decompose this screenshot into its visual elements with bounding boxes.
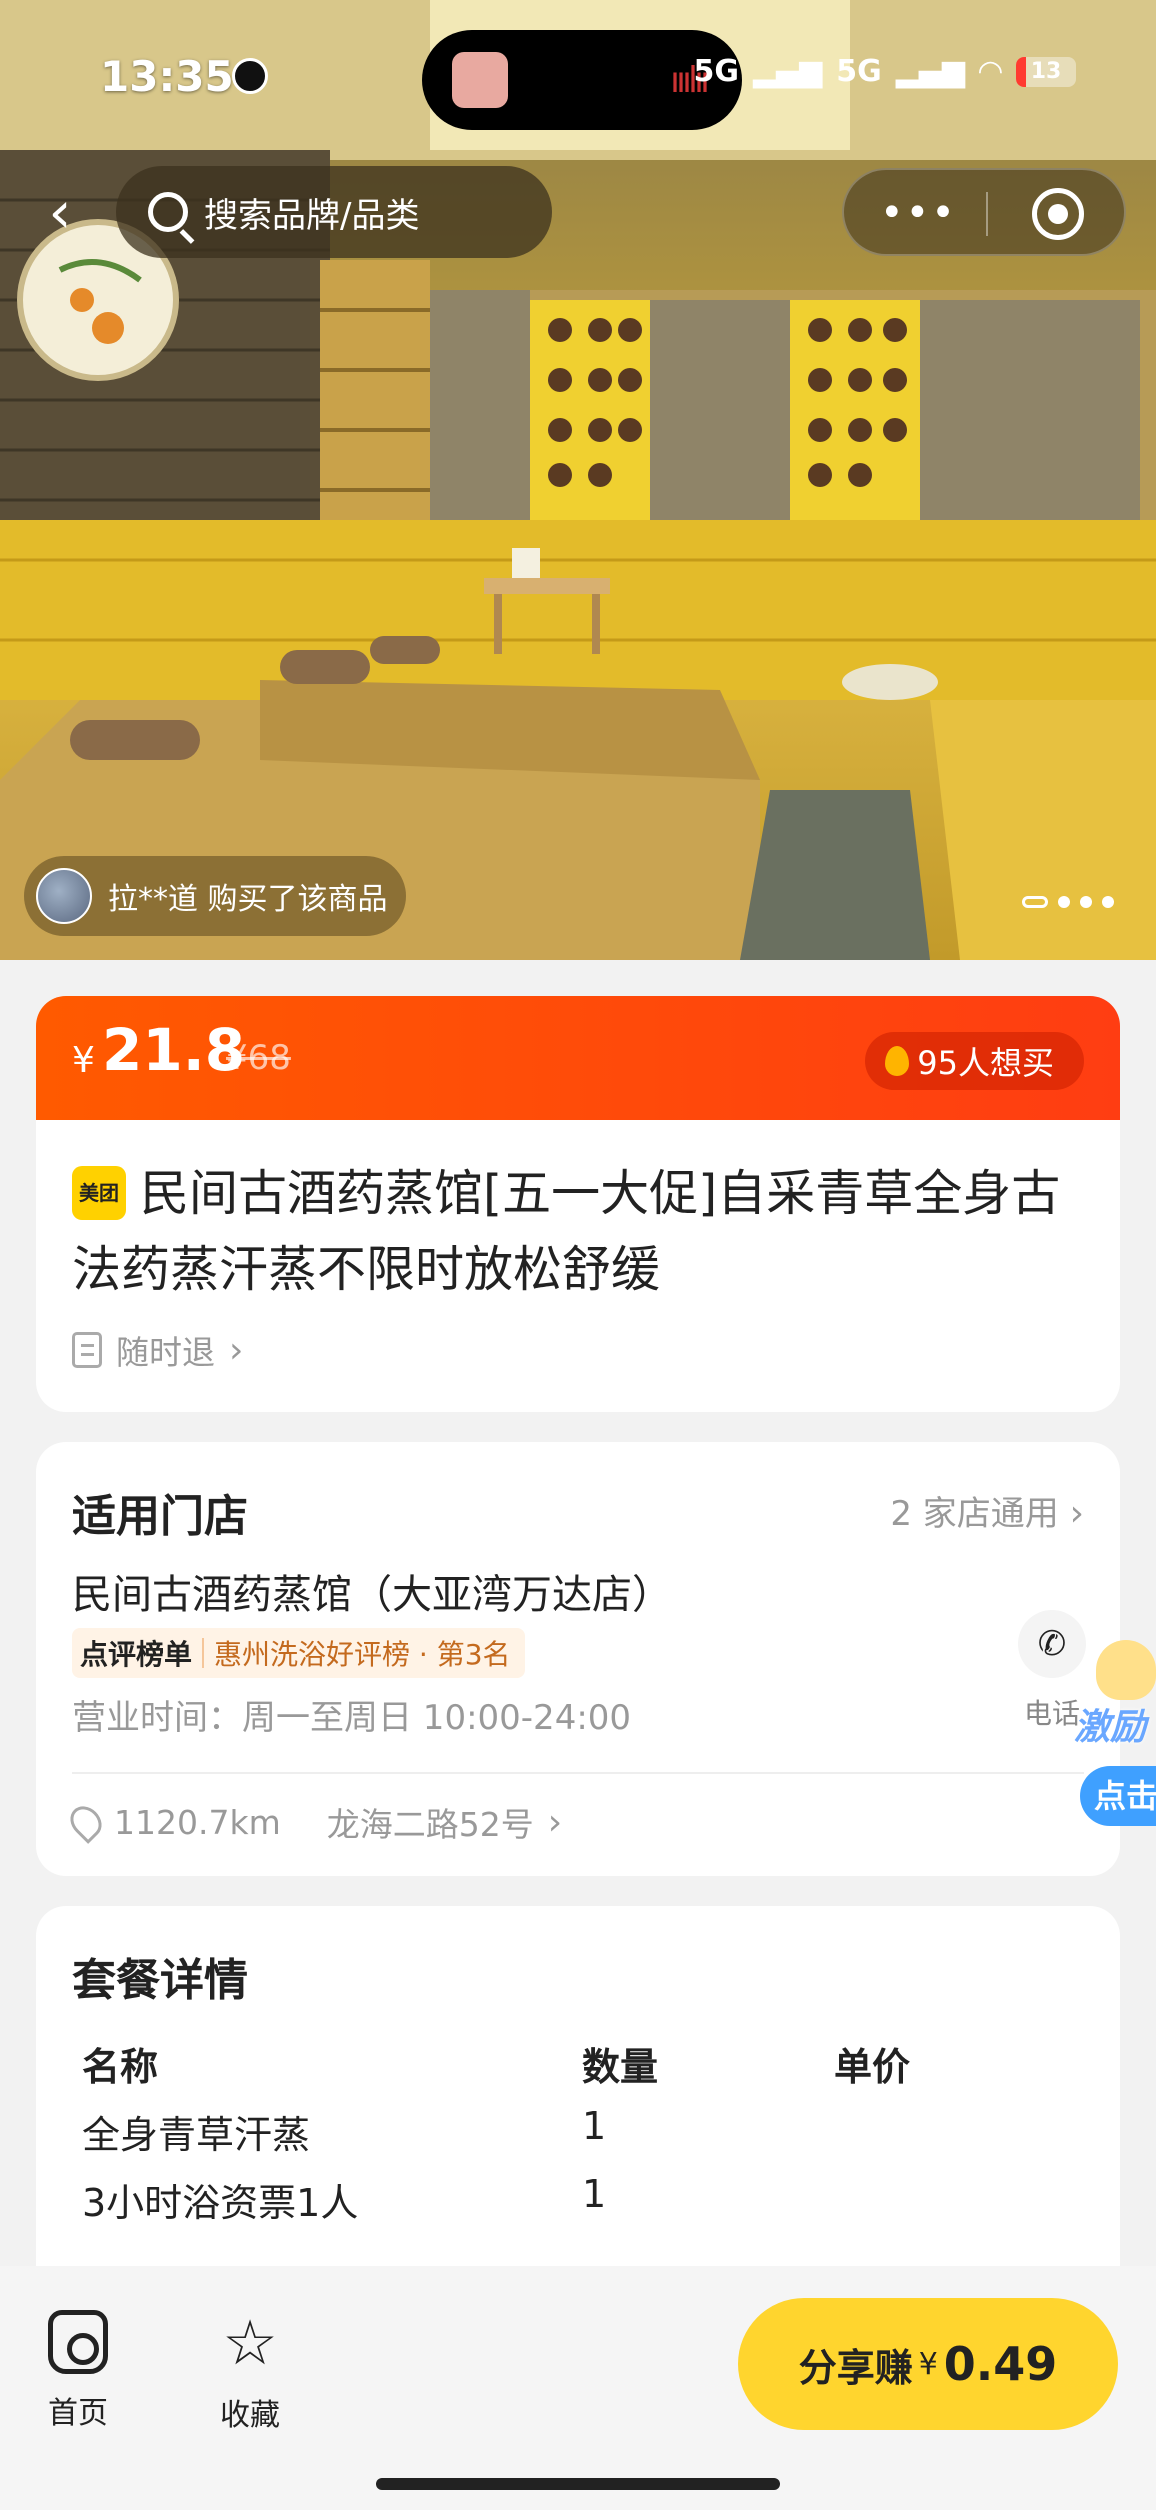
product-title-card: 民间古酒药蒸馆[五一大促]自采青草全身古法药蒸汗蒸不限时放松舒缓 美团 随时退 … (36, 1120, 1120, 1412)
store-count: 2 家店通用 (890, 1494, 1059, 1534)
product-image-carousel[interactable]: 13:35 ııılıı 5G ▂▄▆ 5G ▂▄▆ ◠ 13 ‹ 搜索品牌/品… (0, 0, 1156, 960)
document-icon (72, 1332, 102, 1368)
miniprogram-capsule: ••• (842, 168, 1126, 256)
share-amount: 0.49 (943, 2337, 1058, 2391)
location-pin-icon (64, 1800, 108, 1844)
currency-symbol: ¥ (72, 1040, 95, 1081)
item-qty: 1 (582, 2172, 607, 2216)
search-placeholder: 搜索品牌/品类 (204, 195, 420, 236)
package-details-card: 套餐详情 名称 数量 单价 全身青草汗蒸 1 3小时浴资票1人 1 (36, 1906, 1120, 2326)
reward-text: 激励 (1074, 1707, 1147, 1748)
column-header: 名称 (82, 2045, 159, 2089)
column-header: 数量 (582, 2045, 659, 2089)
media-thumbnail (452, 52, 508, 108)
bottom-action-bar: 首页 ☆ 收藏 分享赚 ¥ 0.49 (0, 2266, 1156, 2510)
buyer-avatar (36, 868, 92, 924)
tab-home[interactable]: 首页 (18, 2310, 138, 2432)
refund-label: 随时退 (116, 1333, 215, 1372)
signal-icon-2: ▂▄▆ (895, 54, 965, 89)
store-name[interactable]: 民间古酒药蒸馆（大亚湾万达店） (72, 1562, 672, 1620)
address-row[interactable]: 1120.7km 龙海二路52号 › (64, 1798, 563, 1846)
package-table: 名称 数量 单价 全身青草汗蒸 1 3小时浴资票1人 1 (82, 2036, 1082, 2240)
search-bar[interactable]: 搜索品牌/品类 (116, 166, 552, 258)
column-header: 单价 (834, 2045, 911, 2089)
product-title: 民间古酒药蒸馆[五一大促]自采青草全身古法药蒸汗蒸不限时放松舒缓 (72, 1165, 1061, 1298)
qq-icon (232, 58, 268, 94)
want-count: 95人想买 (917, 1044, 1054, 1082)
home-icon (48, 2310, 108, 2374)
distance: 1120.7km (114, 1802, 281, 1842)
status-time: 13:35 (100, 52, 234, 101)
table-row: 3小时浴资票1人 1 (82, 2172, 1082, 2240)
status-indicators: 5G ▂▄▆ 5G ▂▄▆ ◠ 13 (693, 54, 1076, 89)
item-name: 全身青草汗蒸 (82, 2113, 311, 2157)
carousel-indicator (1022, 896, 1114, 908)
carousel-dot (1102, 896, 1114, 908)
ranking-label: 点评榜单 (80, 1638, 193, 1671)
carousel-dot (1080, 896, 1092, 908)
network-label-2: 5G (836, 54, 882, 89)
wifi-icon: ◠ (978, 54, 1002, 89)
address: 龙海二路52号 (326, 1805, 534, 1844)
business-hours: 营业时间：周一至周日 10:00-24:00 (72, 1698, 632, 1738)
price-bar: ¥ 21.8 ¥68 95人想买 (36, 996, 1120, 1124)
section-title: 套餐详情 (72, 1955, 248, 2006)
tab-favorite[interactable]: ☆ 收藏 (190, 2310, 310, 2434)
network-label: 5G (693, 54, 739, 89)
battery-level: 13 (1030, 58, 1062, 84)
applicable-stores-card: 适用门店 2 家店通用 › 民间古酒药蒸馆（大亚湾万达店） 点评榜单 惠州洗浴好… (36, 1442, 1120, 1876)
battery-icon: 13 (1016, 56, 1076, 87)
buyer-notice-text: 拉**道 购买了该商品 (108, 882, 388, 917)
signal-icon: ▂▄▆ (752, 54, 823, 89)
search-icon (148, 192, 188, 232)
carousel-dot (1022, 896, 1048, 908)
table-row: 全身青草汗蒸 1 (82, 2104, 1082, 2172)
back-button[interactable]: ‹ (28, 180, 92, 244)
table-header: 名称 数量 单价 (82, 2036, 1082, 2104)
phone-icon: ✆ (1037, 1624, 1067, 1664)
reward-click-button[interactable]: 点击 (1080, 1766, 1156, 1826)
section-title: 适用门店 (72, 1491, 248, 1542)
share-earn-button[interactable]: 分享赚 ¥ 0.49 (738, 2298, 1118, 2430)
share-currency: ¥ (918, 2346, 938, 2382)
divider (72, 1772, 1084, 1774)
ranking-badge[interactable]: 点评榜单 惠州洗浴好评榜 · 第3名 (72, 1628, 525, 1678)
star-icon: ☆ (222, 2306, 278, 2379)
chevron-right-icon: › (547, 1801, 563, 1843)
store-count-link[interactable]: 2 家店通用 › (890, 1486, 1084, 1535)
bunny-mascot-icon (1096, 1640, 1156, 1700)
more-options-button[interactable]: ••• (880, 190, 957, 236)
sauna-room-photo (0, 0, 1156, 960)
item-name: 3小时浴资票1人 (82, 2181, 359, 2225)
tab-home-label: 首页 (48, 2396, 108, 2431)
tab-favorite-label: 收藏 (220, 2398, 280, 2433)
item-qty: 1 (582, 2104, 607, 2148)
carousel-dot (1058, 896, 1070, 908)
capsule-divider (986, 192, 988, 236)
current-price: 21.8 (102, 1016, 246, 1084)
home-indicator (376, 2478, 780, 2490)
recent-buyer-notice: 拉**道 购买了该商品 (24, 856, 406, 936)
chevron-right-icon: › (1069, 1493, 1084, 1534)
meituan-logo: 美团 (72, 1166, 126, 1220)
chevron-right-icon: › (229, 1329, 244, 1371)
fire-icon (885, 1046, 910, 1076)
share-label: 分享赚 (798, 2345, 913, 2390)
chevron-left-icon: ‹ (48, 178, 72, 246)
reward-float-widget[interactable]: 激励 点击 (1072, 1640, 1156, 1830)
original-price: ¥68 (226, 1038, 291, 1078)
want-to-buy-badge: 95人想买 (865, 1032, 1084, 1090)
close-miniprogram-button[interactable] (1032, 188, 1084, 240)
ranking-text: 惠州洗浴好评榜 · 第3名 (214, 1638, 511, 1671)
refund-policy[interactable]: 随时退 › (72, 1326, 243, 1374)
